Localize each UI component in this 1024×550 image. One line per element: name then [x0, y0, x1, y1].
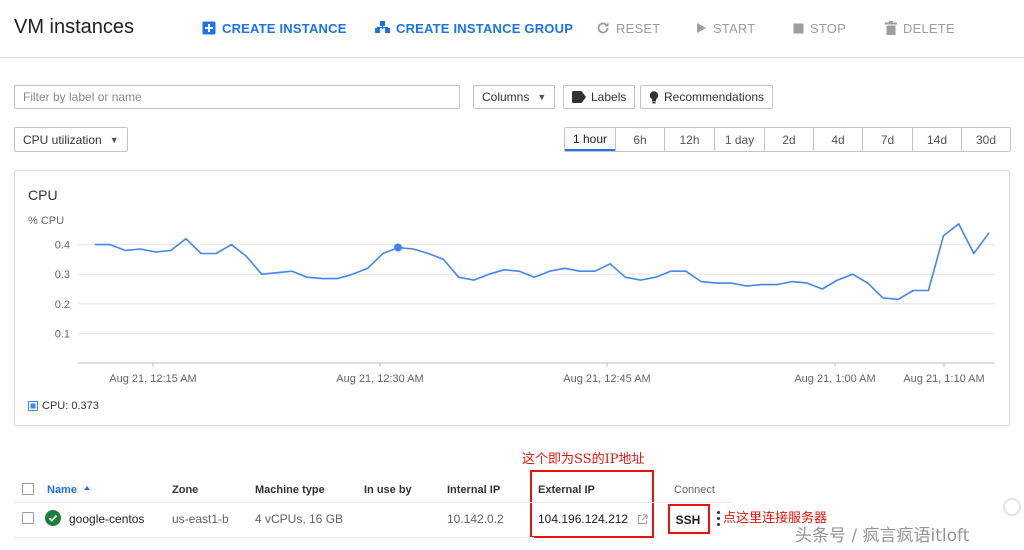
time-range-option[interactable]: 1 day — [714, 128, 764, 151]
time-range-option[interactable]: 4d — [813, 128, 862, 151]
reset-button[interactable]: RESET — [596, 18, 660, 38]
chart-legend[interactable]: CPU: 0.373 — [28, 400, 99, 412]
start-button[interactable]: START — [695, 18, 755, 38]
recommendations-button[interactable]: Recommendations — [640, 85, 774, 109]
stop-label: STOP — [810, 20, 846, 36]
cpu-series-line — [95, 223, 990, 301]
delete-button[interactable]: DELETE — [885, 18, 955, 38]
column-header-machine-type[interactable]: Machine type — [255, 484, 325, 496]
create-instance-group-label: CREATE INSTANCE GROUP — [396, 20, 574, 36]
external-link-icon[interactable] — [637, 512, 648, 530]
time-range-option[interactable]: 14d — [912, 128, 961, 151]
x-tick-label: Aug 21, 12:15 AM — [109, 373, 196, 385]
time-range-option[interactable]: 7d — [862, 128, 912, 151]
filter-input[interactable] — [14, 85, 460, 109]
x-tick-label: Aug 21, 1:10 AM — [903, 373, 984, 385]
labels-button[interactable]: Labels — [563, 85, 636, 109]
create-instance-label: CREATE INSTANCE — [222, 20, 347, 36]
instance-internal-ip: 10.142.0.2 — [447, 512, 504, 526]
column-header-name[interactable]: Name — [47, 484, 91, 496]
cpu-line-chart: 0.1 0.2 0.3 0.4 Aug 21, 12:15 AM Aug 21, 12:3… — [55, 223, 995, 385]
table-header-divider — [14, 502, 732, 503]
labels-label: Labels — [591, 90, 627, 104]
y-tick-label: 0.1 — [55, 328, 70, 340]
start-label: START — [713, 20, 756, 36]
legend-label: CPU: 0.373 — [42, 400, 99, 412]
metric-select[interactable]: CPU utilization ▼ — [14, 127, 128, 152]
more-vert-icon[interactable] — [713, 508, 723, 530]
instance-zone: us-east1-b — [172, 512, 229, 526]
instance-external-ip[interactable]: 104.196.124.212 — [538, 512, 628, 526]
time-range-option[interactable]: 12h — [664, 128, 714, 151]
instance-name-link[interactable]: google-centos — [69, 512, 144, 526]
play-icon — [697, 23, 706, 33]
sort-arrow-up-icon — [83, 484, 91, 496]
instance-machine-type: 4 vCPUs, 16 GB — [255, 512, 344, 526]
column-header-external-ip[interactable]: External IP — [538, 484, 595, 496]
row-checkbox[interactable] — [22, 512, 34, 524]
delete-label: DELETE — [903, 20, 955, 36]
refresh-icon — [597, 22, 609, 34]
ssh-button[interactable]: SSH — [671, 509, 705, 530]
column-header-in-use-by[interactable]: In use by — [364, 484, 412, 496]
check-circle-icon — [45, 510, 61, 526]
columns-button[interactable]: Columns ▼ — [473, 85, 556, 109]
recommendations-label: Recommendations — [664, 90, 765, 104]
x-tick-label: Aug 21, 12:45 AM — [563, 373, 650, 385]
reset-label: RESET — [616, 20, 661, 36]
column-header-connect: Connect — [674, 484, 715, 496]
legend-swatch — [28, 401, 38, 411]
time-range-selector: 1 hour 6h 12h 1 day 2d 4d 7d 14d 30d — [564, 127, 1011, 152]
chevron-down-icon: ▼ — [109, 134, 119, 145]
lightbulb-icon — [649, 90, 659, 103]
page-title: VM instances — [14, 16, 135, 38]
cpu-chart-card: CPU % CPU 0.1 0.2 0.3 0.4 Aug 21, 12:15 AM Au… — [14, 170, 1010, 426]
time-range-option[interactable]: 30d — [961, 128, 1010, 151]
columns-label: Columns — [482, 90, 530, 104]
metric-select-value: CPU utilization — [23, 132, 102, 147]
trash-icon — [885, 21, 897, 35]
watermark-logo-icon — [1003, 498, 1021, 516]
select-all-checkbox[interactable] — [22, 483, 34, 495]
time-range-option[interactable]: 2d — [764, 128, 813, 151]
time-range-option[interactable]: 6h — [615, 128, 664, 151]
stop-button[interactable]: STOP — [793, 18, 846, 38]
column-header-zone[interactable]: Zone — [172, 484, 198, 496]
create-instance-group-button[interactable]: CREATE INSTANCE GROUP — [375, 18, 573, 38]
x-tick-label: Aug 21, 12:30 AM — [336, 373, 423, 385]
instance-group-icon — [375, 21, 390, 33]
chevron-down-icon: ▼ — [537, 92, 547, 102]
watermark: 头条号 / 疯言疯语itloft — [795, 526, 970, 546]
add-box-icon — [202, 21, 216, 35]
label-tag-icon — [572, 91, 586, 103]
y-tick-label: 0.3 — [55, 269, 70, 281]
y-tick-label: 0.2 — [55, 299, 70, 311]
hover-data-point — [394, 243, 403, 252]
external-ip-highlight-box — [530, 470, 654, 538]
stop-icon — [793, 23, 804, 33]
time-range-option[interactable]: 1 hour — [565, 128, 615, 151]
external-ip-annotation: 这个即为SS的IP地址 — [522, 452, 645, 467]
column-header-name-label: Name — [47, 484, 77, 496]
table-row-divider — [14, 537, 534, 538]
create-instance-button[interactable]: CREATE INSTANCE — [202, 18, 347, 38]
y-tick-label: 0.4 — [55, 240, 70, 252]
column-header-internal-ip[interactable]: Internal IP — [447, 484, 500, 496]
x-tick-label: Aug 21, 1:00 AM — [794, 373, 875, 385]
page-header: VM instances CREATE INSTANCE CREATE INST… — [0, 0, 1024, 58]
